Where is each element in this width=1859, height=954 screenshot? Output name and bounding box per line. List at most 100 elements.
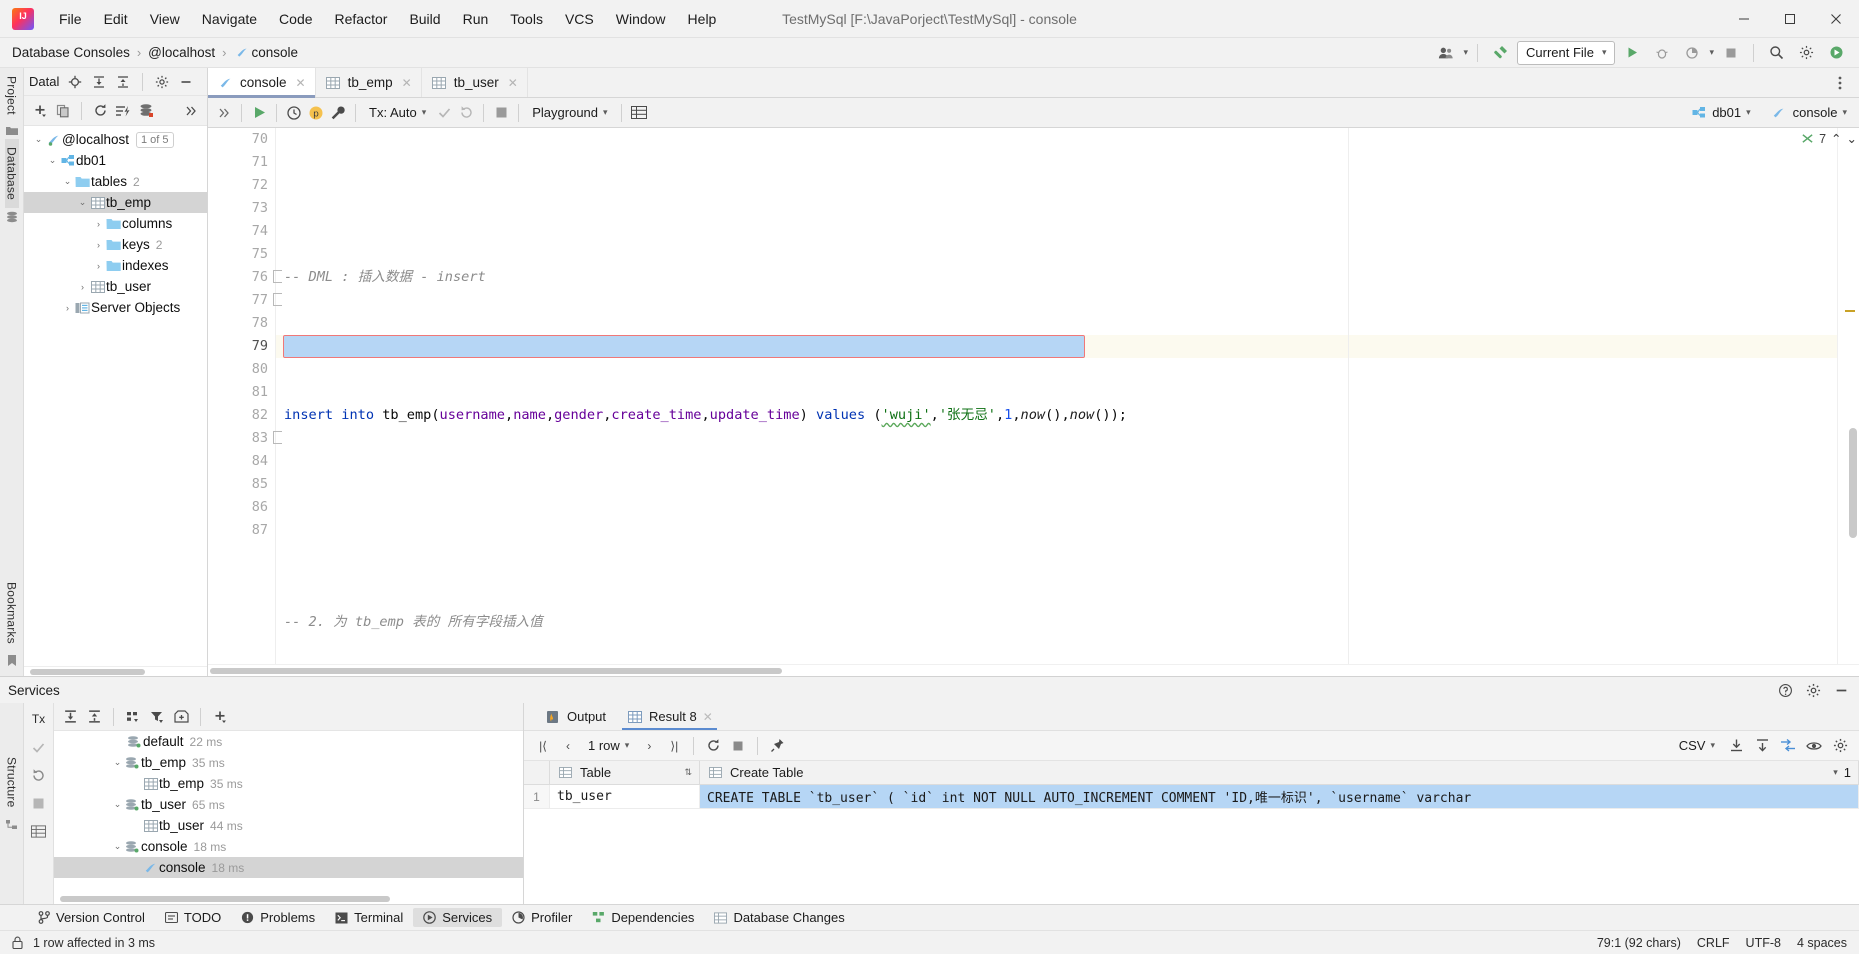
services-row-console-conn[interactable]: ⌄ console 18 ms [54, 836, 523, 857]
ide-updates-icon[interactable] [1823, 41, 1849, 65]
chevron-right-icon[interactable]: › [76, 282, 89, 292]
datasource-schema-chip[interactable]: 1 of 5 [136, 131, 174, 148]
editor-marker-bar[interactable]: 7 ⌃ ⌄ [1802, 128, 1859, 664]
locate-icon[interactable] [65, 72, 85, 92]
tree-row-server-objects[interactable]: › Server Objects [24, 297, 207, 318]
transaction-indicator[interactable]: Tx [29, 709, 49, 729]
filter-icon[interactable] [147, 707, 167, 727]
code-line[interactable]: -- DML : 插入数据 - insert [284, 266, 1837, 289]
stop-icon[interactable] [29, 793, 49, 813]
services-row-tb-user[interactable]: tb_user 44 ms [54, 815, 523, 836]
code-line[interactable] [284, 542, 1837, 565]
toolwindow-version-control[interactable]: Version Control [28, 908, 155, 927]
toolwindow-database-changes[interactable]: Database Changes [704, 908, 854, 927]
debug-icon[interactable] [1649, 41, 1675, 65]
settings-icon[interactable] [1793, 41, 1819, 65]
services-row-tb-user-conn[interactable]: ⌄ tb_user 65 ms [54, 794, 523, 815]
editor-tab-overflow[interactable] [1830, 68, 1859, 97]
close-icon[interactable]: ✕ [508, 76, 518, 90]
collapse-all-icon[interactable] [84, 707, 104, 727]
editor-vertical-scrollbar[interactable] [1849, 428, 1857, 538]
tree-row-tb-user[interactable]: › tb_user [24, 276, 207, 297]
execute-run-icon[interactable] [249, 103, 269, 123]
code-line[interactable] [284, 473, 1837, 496]
group-icon[interactable] [123, 707, 143, 727]
reload-page-icon[interactable] [702, 735, 724, 757]
tree-row-localhost[interactable]: ⌄ @localhost 1 of 5 [24, 129, 207, 150]
code-line[interactable]: insert into tb_emp(username,name,gender,… [284, 404, 1837, 427]
chevron-right-icon[interactable]: › [92, 219, 105, 229]
result-tab-result-8[interactable]: Result 8 ✕ [616, 703, 723, 730]
search-icon[interactable] [1763, 41, 1789, 65]
data-source-properties-icon[interactable] [136, 101, 156, 121]
more-options-icon[interactable] [181, 101, 201, 121]
menu-run[interactable]: Run [452, 8, 500, 30]
help-icon[interactable] [1775, 680, 1795, 700]
chevron-down-icon[interactable]: ⌄ [32, 134, 45, 145]
plus-icon[interactable] [210, 707, 230, 727]
jump-to-query-console-icon[interactable] [113, 101, 133, 121]
rail-bookmarks[interactable]: Bookmarks [5, 574, 19, 652]
rail-database[interactable]: Database [4, 138, 19, 208]
editor-tab-console[interactable]: console ✕ [208, 68, 316, 98]
tree-row-columns[interactable]: › columns [24, 213, 207, 234]
user-group-icon[interactable] [1433, 41, 1459, 65]
first-page-button[interactable]: |⟨ [532, 735, 554, 757]
chevron-down-icon[interactable]: ⌄ [46, 155, 59, 166]
run-icon[interactable] [1619, 41, 1645, 65]
rail-project[interactable]: Project [5, 68, 19, 123]
page-size-selector[interactable]: 1 row ▾ [582, 736, 635, 755]
close-icon[interactable]: ✕ [402, 76, 412, 90]
maximize-button[interactable] [1767, 0, 1813, 38]
grid-icon[interactable] [629, 103, 649, 123]
import-data-icon[interactable] [1751, 735, 1773, 757]
menu-vcs[interactable]: VCS [554, 8, 605, 30]
services-row-default[interactable]: default 22 ms [54, 731, 523, 752]
toolwindow-profiler[interactable]: Profiler [502, 908, 582, 927]
refresh-icon[interactable] [90, 101, 110, 121]
tree-row-tb-emp[interactable]: ⌄ tb_emp [24, 192, 207, 213]
cell-create-table[interactable]: CREATE TABLE `tb_user` ( `id` int NOT NU… [700, 785, 1859, 809]
menu-edit[interactable]: Edit [93, 8, 139, 30]
line-number-gutter[interactable]: 70 71 72 73 74 75 76 77 78 79 80 81 82 8… [230, 128, 286, 664]
code-content[interactable]: -- DML : 插入数据 - insert -- 1. 为 tb_emp 表的… [276, 128, 1837, 664]
tree-row-keys[interactable]: › keys 2 [24, 234, 207, 255]
grid-column-create-table[interactable]: Create Table ▾ 1 [700, 761, 1859, 784]
chevron-down-icon[interactable]: ⌄ [61, 176, 74, 187]
editor-horizontal-scrollbar[interactable] [208, 664, 1859, 676]
last-page-button[interactable]: ⟩| [663, 735, 685, 757]
stop-icon[interactable] [491, 103, 511, 123]
toolwindow-problems[interactable]: Problems [231, 908, 325, 927]
services-row-tb-emp-conn[interactable]: ⌄ tb_emp 35 ms [54, 752, 523, 773]
minimize-button[interactable] [1721, 0, 1767, 38]
wrench-icon[interactable] [328, 103, 348, 123]
code-line[interactable]: -- 2. 为 tb_emp 表的 所有字段插入值 [284, 611, 1837, 634]
grid-column-table[interactable]: Table ⇅ [550, 761, 700, 784]
transaction-mode-selector[interactable]: Tx: Auto ▾ [363, 103, 432, 122]
prev-page-button[interactable]: ‹ [557, 735, 579, 757]
file-encoding[interactable]: UTF-8 [1746, 936, 1781, 950]
hammer-icon[interactable] [1487, 41, 1513, 65]
chevron-right-icon[interactable]: › [92, 261, 105, 271]
history-icon[interactable] [284, 103, 304, 123]
chevron-right-icon[interactable]: › [92, 240, 105, 250]
expand-editor-icon[interactable] [214, 103, 234, 123]
database-tree[interactable]: ⌄ @localhost 1 of 5 ⌄ db01 ⌄ tables 2 ⌄ … [24, 126, 207, 666]
close-button[interactable] [1813, 0, 1859, 38]
view-as-icon[interactable] [1803, 735, 1825, 757]
menu-view[interactable]: View [139, 8, 191, 30]
chevron-up-icon[interactable]: ⌃ [1831, 131, 1841, 146]
compare-with-icon[interactable] [1777, 735, 1799, 757]
toolwindow-terminal[interactable]: Terminal [325, 908, 413, 927]
parameters-badge-icon[interactable]: p [306, 103, 326, 123]
sort-indicator-icon[interactable]: ⇅ [684, 767, 692, 778]
menu-file[interactable]: File [48, 8, 93, 30]
indent-setting[interactable]: 4 spaces [1797, 936, 1847, 950]
services-tree[interactable]: default 22 ms ⌄ tb_emp 35 ms tb_emp 35 m… [54, 731, 523, 894]
commit-icon[interactable] [29, 737, 49, 757]
settings-icon[interactable] [1803, 680, 1823, 700]
rail-structure[interactable]: Structure [5, 749, 19, 816]
copy-icon[interactable] [53, 101, 73, 121]
chevron-right-icon[interactable]: › [61, 303, 74, 313]
settings-icon[interactable] [1829, 735, 1851, 757]
